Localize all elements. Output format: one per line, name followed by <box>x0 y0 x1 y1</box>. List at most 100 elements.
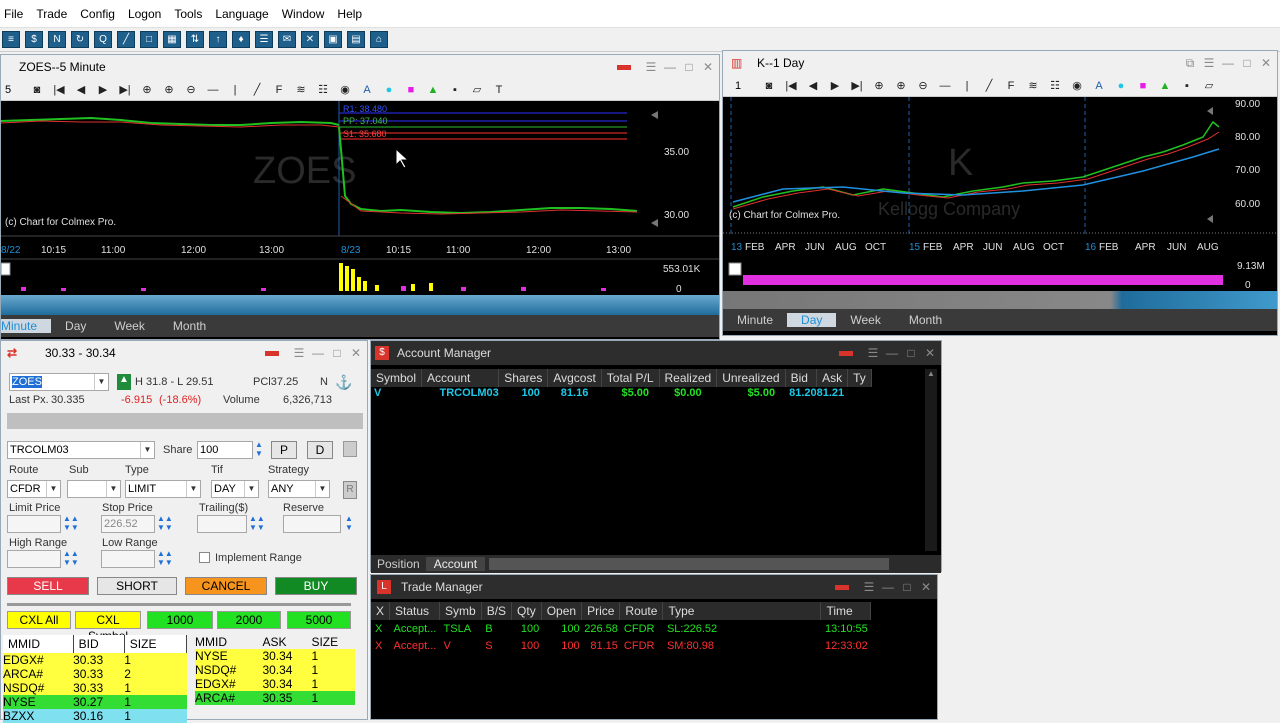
cross-icon[interactable]: ✕ <box>301 31 319 48</box>
high-range-stepper-icon[interactable]: ▲▲ ▼▼ <box>63 549 79 567</box>
vline-icon[interactable]: | <box>227 83 243 97</box>
fib-icon[interactable]: F <box>271 83 287 97</box>
r-button[interactable]: R <box>343 481 357 499</box>
col-type[interactable]: Ty <box>847 369 872 387</box>
maximize-icon[interactable]: □ <box>900 580 914 594</box>
sub-select[interactable]: ▼ <box>67 480 121 498</box>
zoes-price-chart[interactable]: ZOES R1: 38.480 PP: 37.040 S1: 35.680 (c… <box>1 101 719 295</box>
close-icon[interactable]: ✕ <box>923 346 937 360</box>
qty-5000-button[interactable]: 5000 <box>287 611 351 629</box>
indicator-icon[interactable]: ☷ <box>315 83 331 97</box>
col-avgcost[interactable]: Avgcost <box>547 369 602 387</box>
k-scrollbar[interactable] <box>723 291 1277 309</box>
ask-row[interactable]: NYSE 30.34 1 <box>195 649 355 663</box>
col-bs[interactable]: B/S <box>481 602 513 620</box>
window-icon[interactable]: □ <box>140 31 158 48</box>
sort-icon[interactable]: ⇅ <box>186 31 204 48</box>
col-price[interactable]: Price <box>581 602 621 620</box>
zoom-icon[interactable]: ⊕ <box>871 79 887 93</box>
save-icon[interactable]: ▪ <box>447 83 463 97</box>
next-icon[interactable]: ▶ <box>827 79 843 93</box>
quote-icon[interactable]: Q <box>94 31 112 48</box>
bid-row[interactable]: BZXX 30.16 1 <box>3 709 187 723</box>
bid-row[interactable]: EDGX# 30.33 1 <box>3 653 187 667</box>
limit-stepper-icon[interactable]: ▲▲ ▼▼ <box>63 514 79 532</box>
text-icon[interactable]: A <box>1091 79 1107 93</box>
tif-select[interactable]: DAY ▼ <box>211 480 259 498</box>
k-price-chart[interactable]: K Kellogg Company (c) Chart for Colmex P… <box>723 97 1277 291</box>
trendline-icon[interactable]: ╱ <box>249 83 265 97</box>
open-icon[interactable]: ▱ <box>1201 79 1217 93</box>
indicator-icon[interactable]: ☷ <box>1047 79 1063 93</box>
maximize-icon[interactable]: □ <box>904 346 918 360</box>
ask-row[interactable]: ARCA# 30.35 1 <box>195 691 355 705</box>
tab-minute[interactable]: Minute <box>1 319 52 333</box>
last-icon[interactable]: ▶| <box>849 79 865 93</box>
menu-file[interactable]: File <box>0 7 32 21</box>
color-icon[interactable]: ◉ <box>337 83 353 97</box>
menu-icon[interactable]: ☰ <box>862 580 876 594</box>
high-range-input[interactable] <box>7 550 61 568</box>
zoom-in-icon[interactable]: ⊕ <box>161 83 177 97</box>
close-icon[interactable]: ✕ <box>919 580 933 594</box>
home-icon[interactable]: ⌂ <box>370 31 388 48</box>
dollar-icon[interactable]: $ <box>25 31 43 48</box>
col-route[interactable]: Route <box>619 602 664 620</box>
zoom-out-icon[interactable]: ⊖ <box>915 79 931 93</box>
menu-icon[interactable]: ☰ <box>1202 56 1216 70</box>
trailing-stepper-icon[interactable]: ▲▲ ▼▼ <box>249 514 265 532</box>
bid-row[interactable]: NSDQ# 30.33 1 <box>3 681 187 695</box>
scan-icon[interactable]: ▣ <box>324 31 342 48</box>
col-type[interactable]: Type <box>662 602 822 620</box>
menu-window[interactable]: Window <box>278 7 334 21</box>
cyan-ellipse-icon[interactable]: ● <box>1113 79 1129 93</box>
menu-config[interactable]: Config <box>76 7 124 21</box>
layout-icon[interactable]: ≡ <box>2 31 20 48</box>
vertical-scrollbar[interactable]: ▲ <box>925 369 937 551</box>
strategy-select[interactable]: ANY ▼ <box>268 480 330 498</box>
col-qty[interactable]: Qty <box>511 602 542 620</box>
link-color-icon[interactable] <box>265 350 279 356</box>
tab-day[interactable]: Day <box>51 319 100 333</box>
col-account[interactable]: Account <box>421 369 500 387</box>
vline-icon[interactable]: | <box>959 79 975 93</box>
col-symbol[interactable]: Symbol <box>371 369 423 387</box>
menu-trade[interactable]: Trade <box>32 7 76 21</box>
menu-icon[interactable]: ☰ <box>292 346 306 360</box>
hline-icon[interactable]: — <box>937 79 953 93</box>
stop-stepper-icon[interactable]: ▲▲ ▼▼ <box>157 514 173 532</box>
route-select[interactable]: CFDR ▼ <box>7 480 61 498</box>
refresh-icon[interactable]: ↻ <box>71 31 89 48</box>
minimize-icon[interactable]: — <box>885 346 899 360</box>
fib-icon[interactable]: F <box>1003 79 1019 93</box>
bid-row[interactable]: ARCA# 30.33 2 <box>3 667 187 681</box>
low-range-stepper-icon[interactable]: ▲▲ ▼▼ <box>157 549 173 567</box>
maximize-icon[interactable]: □ <box>682 60 696 74</box>
arrow-up-icon[interactable]: ▲ <box>425 83 441 97</box>
col-status[interactable]: Status <box>389 602 441 620</box>
maximize-icon[interactable]: □ <box>1240 56 1254 70</box>
period-select[interactable]: 5 <box>5 84 29 96</box>
qty-2000-button[interactable]: 2000 <box>217 611 281 629</box>
open-icon[interactable]: ▱ <box>469 83 485 97</box>
settings-icon[interactable] <box>343 441 357 457</box>
next-icon[interactable]: ▶ <box>95 83 111 97</box>
sell-button[interactable]: SELL <box>7 577 89 595</box>
minimize-icon[interactable]: — <box>1221 56 1235 70</box>
link-icon[interactable]: ⧉ <box>1183 56 1197 71</box>
cancel-button[interactable]: CANCEL <box>185 577 267 595</box>
zoom-in-icon[interactable]: ⊕ <box>893 79 909 93</box>
menu-tools[interactable]: Tools <box>170 7 211 21</box>
save-icon[interactable]: ▪ <box>1179 79 1195 93</box>
col-x[interactable]: X <box>371 602 391 620</box>
mail-icon[interactable]: ✉ <box>278 31 296 48</box>
tab-day[interactable]: Day <box>787 313 837 327</box>
zoes-volume-close-icon[interactable] <box>1 262 11 276</box>
minimize-icon[interactable]: — <box>311 346 325 360</box>
k-volume-close-icon[interactable] <box>728 262 742 276</box>
camera-icon[interactable]: ◙ <box>761 79 777 93</box>
symbol-input[interactable]: ZOES ▼ <box>9 373 109 391</box>
link-color-icon[interactable] <box>835 584 849 590</box>
reserve-input[interactable] <box>283 515 341 533</box>
tab-week[interactable]: Week <box>836 313 894 327</box>
